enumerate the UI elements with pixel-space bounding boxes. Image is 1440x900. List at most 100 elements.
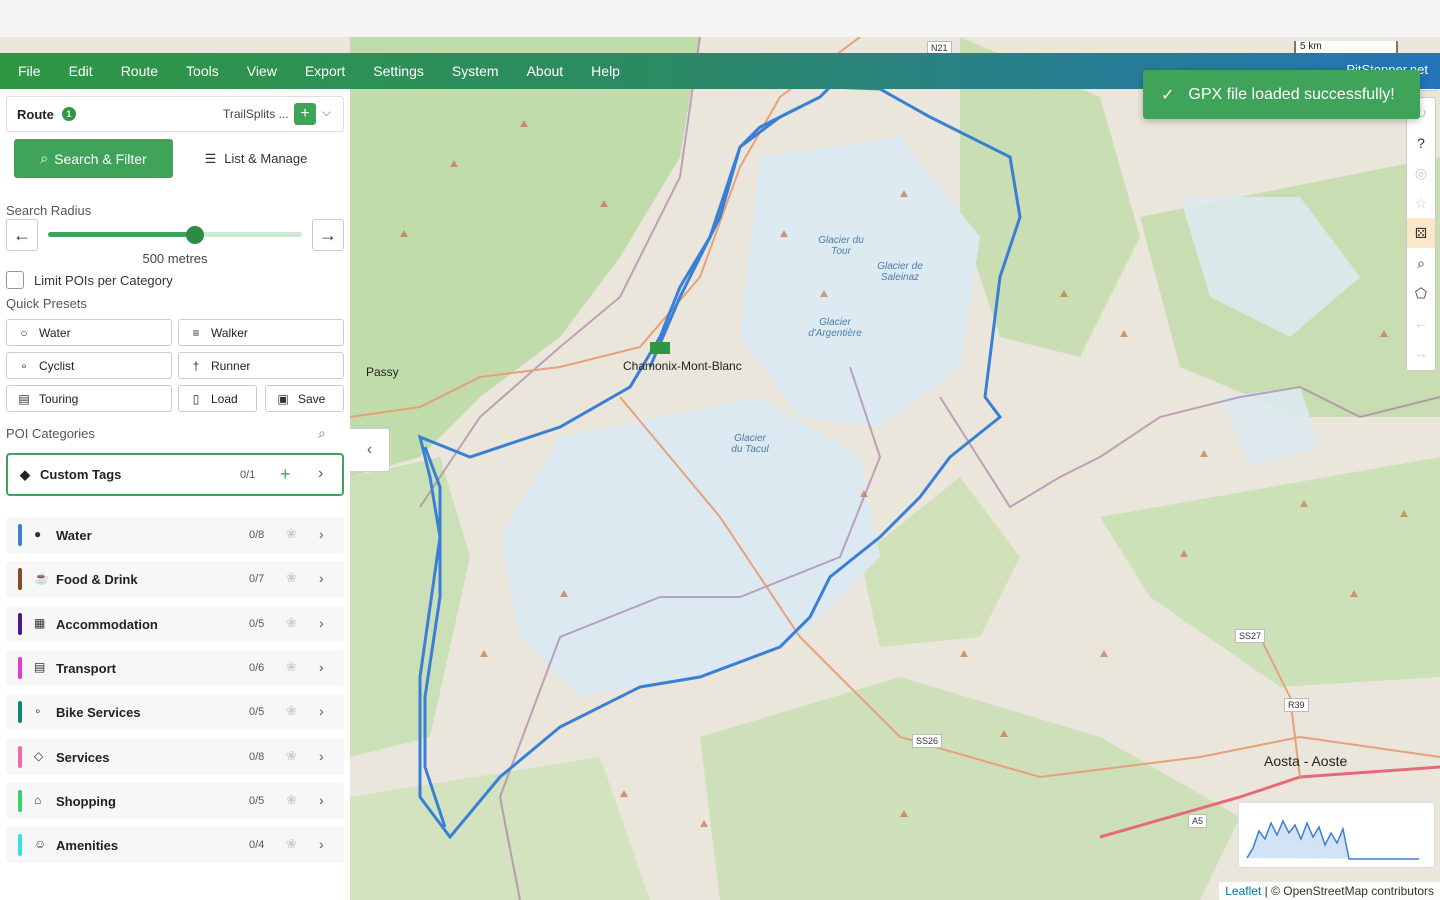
preset-label: Runner [211, 358, 251, 373]
radius-increase-button[interactable]: → [312, 219, 344, 251]
route-name[interactable]: TrailSplits ... [223, 107, 289, 121]
palette-icon[interactable]: ❀ [286, 526, 297, 542]
palette-icon[interactable]: ❀ [286, 748, 297, 764]
leaflet-link[interactable]: Leaflet [1225, 884, 1261, 898]
custom-tags-row[interactable]: ◆ Custom Tags 0/1 + › [6, 453, 344, 496]
chevron-right-icon[interactable]: › [319, 659, 324, 675]
route-count-badge: 1 [61, 107, 76, 121]
menu-settings[interactable]: Settings [359, 53, 438, 89]
category-row-services[interactable]: ◇ Services 0/8 ❀ › [6, 738, 344, 775]
back-icon[interactable]: ← [1407, 308, 1435, 338]
preset-cyclist-button[interactable]: ∘ Cyclist [6, 352, 172, 379]
bus-icon: ▤ [18, 391, 30, 406]
add-route-button[interactable]: + [294, 103, 316, 125]
preset-label: Save [298, 391, 326, 406]
preset-load-button[interactable]: ▯ Load [178, 385, 257, 412]
preset-runner-button[interactable]: † Runner [178, 352, 344, 379]
palette-icon[interactable]: ❀ [286, 703, 297, 719]
category-row-water[interactable]: ● Water 0/8 ❀ › [6, 517, 344, 553]
cup-icon: ☕ [34, 571, 49, 586]
slider-thumb[interactable] [186, 226, 205, 244]
menu-about[interactable]: About [513, 53, 578, 89]
chevron-right-icon[interactable]: › [319, 526, 324, 542]
tab-search-label: Search & Filter [54, 150, 147, 167]
help-icon[interactable]: ? [1407, 128, 1435, 158]
custom-tags-label: Custom Tags [40, 467, 122, 482]
menu-tools[interactable]: Tools [172, 53, 233, 89]
category-row-accommodation[interactable]: ▦ Accommodation 0/5 ❀ › [6, 605, 344, 642]
tab-search-filter[interactable]: ⌕ Search & Filter [14, 139, 173, 178]
menu-file[interactable]: File [4, 53, 55, 89]
menu-route[interactable]: Route [107, 53, 172, 89]
add-tag-button[interactable]: + [280, 464, 291, 485]
preset-label: Cyclist [39, 358, 75, 373]
search-icon[interactable]: ⌕ [318, 425, 326, 442]
chevron-right-icon[interactable]: › [319, 703, 324, 719]
chevron-down-icon[interactable]: ⌵ [322, 105, 331, 120]
palette-icon[interactable]: ❀ [286, 570, 297, 586]
preset-water-button[interactable]: ○ Water [6, 319, 172, 346]
category-name: Transport [56, 660, 116, 676]
category-color-bar [18, 612, 22, 635]
custom-tags-count: 0/1 [240, 469, 256, 481]
limit-pois-checkbox[interactable] [6, 271, 24, 289]
load-icon: ▯ [192, 391, 200, 406]
building-icon: ▦ [34, 615, 46, 630]
search-icon[interactable]: ⌕ [1407, 248, 1435, 278]
menu-view[interactable]: View [233, 53, 291, 89]
preset-save-button[interactable]: ▣ Save [265, 385, 344, 412]
polygon-icon[interactable]: ⬠ [1407, 278, 1435, 308]
category-row-bike-services[interactable]: ∘ Bike Services 0/5 ❀ › [6, 694, 344, 731]
chevron-right-icon[interactable]: › [319, 570, 324, 586]
chevron-right-icon[interactable]: › [318, 465, 323, 483]
route-selector[interactable]: Route 1 TrailSplits ... + ⌵ [6, 96, 344, 132]
map-label-glacier-saleinaz: Glacier de Saleinaz [877, 261, 923, 283]
menu-system[interactable]: System [438, 53, 513, 89]
palette-icon[interactable]: ❀ [286, 792, 297, 808]
forward-icon[interactable]: → [1407, 338, 1435, 368]
poi-grid-icon[interactable]: ⚄ [1407, 218, 1435, 248]
slider-fill [48, 232, 196, 237]
search-radius-slider[interactable] [48, 226, 302, 244]
tag-icon: ◆ [20, 466, 30, 482]
runner-icon: † [192, 358, 200, 373]
preset-touring-button[interactable]: ▤ Touring [6, 385, 172, 412]
category-row-transport[interactable]: ▤ Transport 0/6 ❀ › [6, 649, 344, 686]
category-count: 0/5 [249, 706, 265, 719]
menu-export[interactable]: Export [291, 53, 359, 89]
palette-icon[interactable]: ❀ [286, 836, 297, 852]
road-shield: SS26 [912, 734, 943, 748]
chevron-right-icon[interactable]: › [319, 748, 324, 764]
menu-edit[interactable]: Edit [55, 53, 107, 89]
category-row-shopping[interactable]: ⌂ Shopping 0/5 ❀ › [6, 782, 344, 819]
palette-icon[interactable]: ❀ [286, 615, 297, 631]
road-shield: R39 [1284, 698, 1309, 712]
elevation-profile[interactable] [1238, 802, 1435, 868]
toast-message: GPX file loaded successfully! [1188, 85, 1395, 103]
limit-pois-row[interactable]: Limit POIs per Category [6, 271, 173, 289]
save-icon: ▣ [277, 391, 289, 406]
walker-icon: ≡ [192, 325, 200, 340]
collapse-sidebar-button[interactable]: ‹ [350, 428, 390, 472]
chevron-right-icon[interactable]: › [319, 615, 324, 631]
radius-decrease-button[interactable]: ← [6, 219, 38, 251]
category-color-bar [18, 656, 22, 679]
preset-walker-button[interactable]: ≡ Walker [178, 319, 344, 346]
success-toast[interactable]: ✓ GPX file loaded successfully! [1143, 70, 1420, 119]
preset-label: Walker [211, 325, 248, 340]
chevron-right-icon[interactable]: › [319, 792, 324, 808]
checkmark-icon: ✓ [1161, 86, 1175, 104]
star-icon[interactable]: ☆ [1407, 188, 1435, 218]
category-count: 0/7 [249, 573, 265, 586]
category-row-food-drink[interactable]: ☕ Food & Drink 0/7 ❀ › [6, 561, 344, 598]
shield-icon: ◇ [34, 748, 44, 763]
browser-top-strip [0, 0, 1440, 37]
attribution-text: | © OpenStreetMap contributors [1261, 884, 1434, 898]
menu-help[interactable]: Help [577, 53, 634, 89]
search-icon: ⌕ [40, 150, 49, 166]
tab-list-manage[interactable]: ☰ List & Manage [186, 139, 326, 178]
chevron-right-icon[interactable]: › [319, 836, 324, 852]
palette-icon[interactable]: ❀ [286, 659, 297, 675]
eye-icon[interactable]: ◎ [1407, 158, 1435, 188]
category-row-amenities[interactable]: ☺ Amenities 0/4 ❀ › [6, 827, 344, 864]
